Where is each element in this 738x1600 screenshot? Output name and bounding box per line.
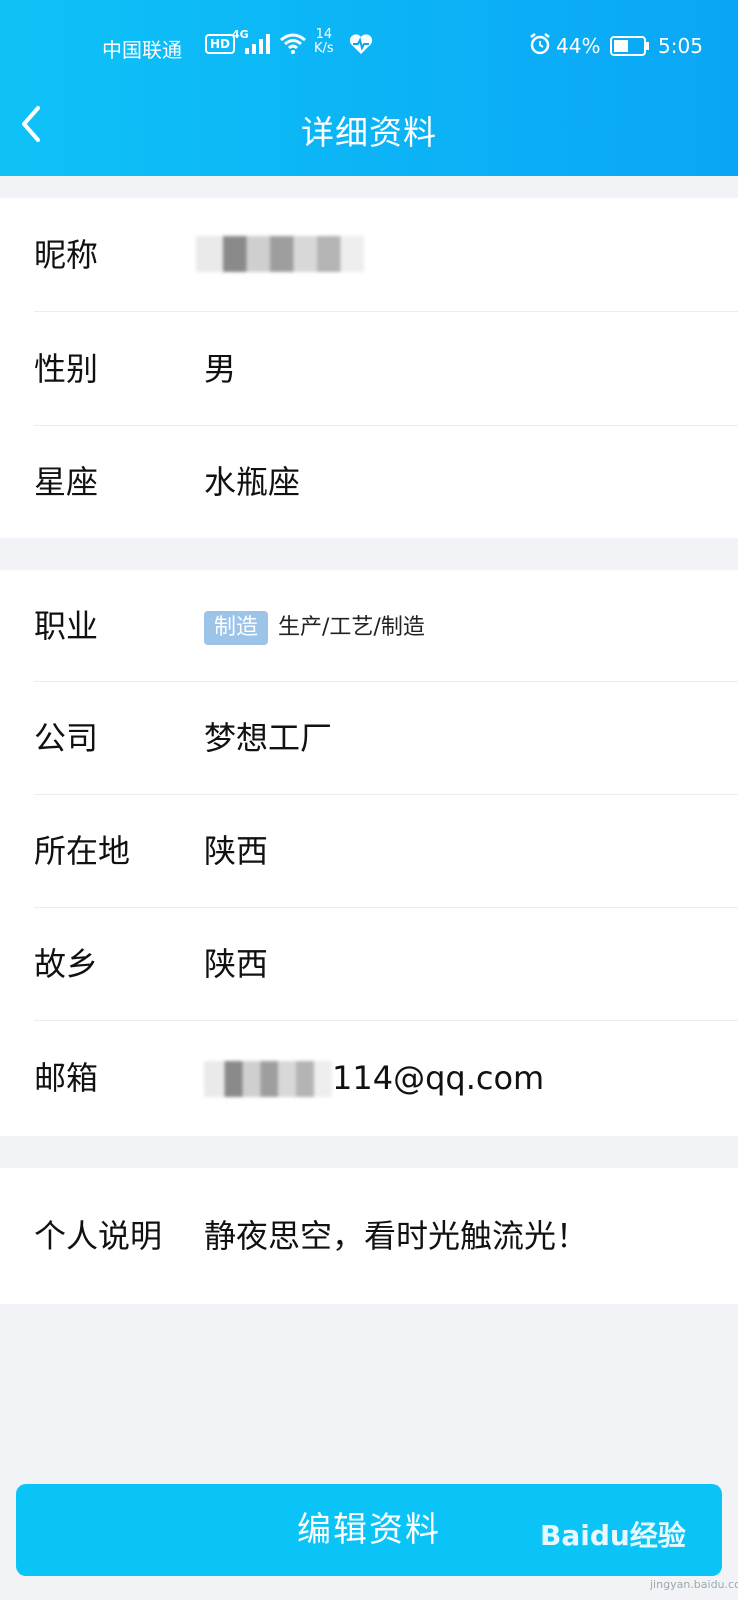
bio-label: 个人说明: [34, 1217, 163, 1255]
gender-label: 性别: [34, 350, 99, 388]
company-label: 公司: [34, 719, 99, 757]
bio-value: 静夜思空，看时光触流光！: [204, 1217, 589, 1255]
app-header: 中国联通 HD 4G 14 K/s 44% 5:05 详细资料: [0, 0, 738, 176]
occupation-value: 制造 生产/工艺/制造: [204, 570, 425, 684]
status-bar: 中国联通 HD 4G 14 K/s 44% 5:05: [0, 22, 738, 70]
baidu-watermark: Baidu经验: [540, 1519, 686, 1552]
basic-info-card: 昵称 性别 男 星座 水瓶座: [0, 198, 738, 538]
bio-row: 个人说明 静夜思空，看时光触流光！: [0, 1168, 738, 1304]
company-value: 梦想工厂: [204, 719, 333, 757]
alarm-icon: [530, 33, 550, 55]
nickname-label: 昵称: [34, 236, 99, 274]
location-row: 所在地 陕西: [0, 795, 738, 908]
hd-badge: HD: [205, 34, 236, 54]
wifi-icon: [280, 33, 306, 54]
occupation-detail: 生产/工艺/制造: [278, 615, 425, 640]
network-speed: 14 K/s: [314, 27, 334, 56]
occupation-tag: 制造: [204, 611, 269, 645]
occupation-label: 职业: [34, 607, 99, 645]
email-label: 邮箱: [34, 1059, 99, 1097]
bio-card: 个人说明 静夜思空，看时光触流光！: [0, 1168, 738, 1304]
gender-row: 性别 男: [0, 312, 738, 426]
clock: 5:05: [658, 34, 703, 58]
page-title: 详细资料: [301, 113, 437, 152]
nickname-blurred: [196, 236, 364, 272]
email-blurred: [204, 1061, 332, 1097]
zodiac-row: 星座 水瓶座: [0, 426, 738, 538]
occupation-row: 职业 制造 生产/工艺/制造: [0, 570, 738, 682]
zodiac-label: 星座: [34, 463, 99, 501]
hometown-label: 故乡: [34, 945, 99, 983]
company-row: 公司 梦想工厂: [0, 682, 738, 795]
hometown-value: 陕西: [204, 945, 269, 983]
email-value: 114@qq.com: [332, 1059, 545, 1097]
details-card: 职业 制造 生产/工艺/制造 公司 梦想工厂 所在地 陕西 故乡 陕西 邮箱 11…: [0, 570, 738, 1136]
location-value: 陕西: [204, 832, 269, 870]
battery-percent: 44%: [556, 34, 601, 58]
hometown-row: 故乡 陕西: [0, 908, 738, 1021]
email-row: 邮箱 114@qq.com: [0, 1021, 738, 1136]
carrier-name: 中国联通: [102, 38, 182, 62]
nickname-row: 昵称: [0, 198, 738, 312]
health-heart-icon: [349, 34, 373, 54]
gender-value: 男: [204, 350, 237, 388]
location-label: 所在地: [34, 832, 131, 870]
baidu-watermark-url: jingyan.baidu.com: [650, 1578, 738, 1591]
battery-icon: [610, 36, 649, 56]
zodiac-value: 水瓶座: [204, 463, 301, 501]
signal-icon: [245, 34, 270, 54]
